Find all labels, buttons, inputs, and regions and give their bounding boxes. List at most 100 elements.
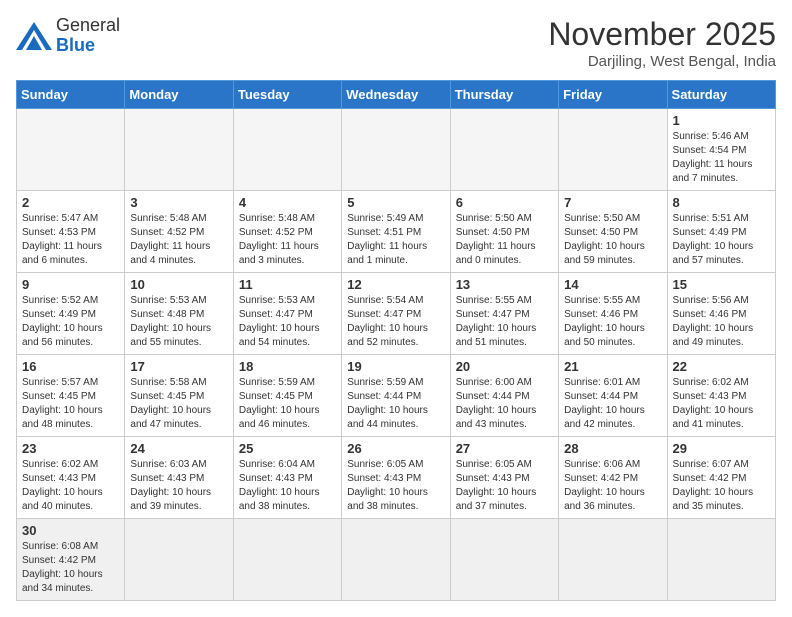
calendar-day-0-2 (233, 109, 341, 191)
logo-icon (16, 22, 52, 50)
day-info: Sunrise: 5:55 AM Sunset: 4:47 PM Dayligh… (456, 294, 553, 350)
day-info: Sunrise: 5:59 AM Sunset: 4:44 PM Dayligh… (347, 376, 444, 432)
day-info: Sunrise: 6:06 AM Sunset: 4:42 PM Dayligh… (564, 458, 661, 514)
day-info: Sunrise: 6:00 AM Sunset: 4:44 PM Dayligh… (456, 376, 553, 432)
calendar-week-5: 30 Sunrise: 6:08 AM Sunset: 4:42 PM Dayli… (17, 519, 776, 601)
calendar-day-5-2 (233, 519, 341, 601)
day-info: Sunrise: 6:01 AM Sunset: 4:44 PM Dayligh… (564, 376, 661, 432)
calendar-day-3-2: 18Sunrise: 5:59 AM Sunset: 4:45 PM Dayli… (233, 355, 341, 437)
day-info: Sunrise: 5:50 AM Sunset: 4:50 PM Dayligh… (456, 212, 553, 268)
day-number: 28 (564, 441, 661, 456)
calendar-day-4-2: 25 Sunrise: 6:04 AM Sunset: 4:43 PM Dayli… (233, 437, 341, 519)
day-info: Sunrise: 5:49 AM Sunset: 4:51 PM Dayligh… (347, 212, 444, 268)
day-number: 3 (130, 195, 227, 210)
calendar-day-0-0 (17, 109, 125, 191)
day-info: Sunrise: 5:57 AM Sunset: 4:45 PM Dayligh… (22, 376, 119, 432)
calendar-day-3-1: 17Sunrise: 5:58 AM Sunset: 4:45 PM Dayli… (125, 355, 233, 437)
day-number: 5 (347, 195, 444, 210)
day-number: 14 (564, 277, 661, 292)
calendar-day-2-0: 9 Sunrise: 5:52 AM Sunset: 4:49 PM Daylig… (17, 273, 125, 355)
day-number: 11 (239, 277, 336, 292)
calendar-day-2-4: 13 Sunrise: 5:55 AM Sunset: 4:47 PM Dayli… (450, 273, 558, 355)
calendar-day-4-0: 23Sunrise: 6:02 AM Sunset: 4:43 PM Dayli… (17, 437, 125, 519)
calendar-day-5-0: 30 Sunrise: 6:08 AM Sunset: 4:42 PM Dayli… (17, 519, 125, 601)
day-info: Sunrise: 5:53 AM Sunset: 4:47 PM Dayligh… (239, 294, 336, 350)
calendar-day-5-5 (559, 519, 667, 601)
calendar-day-2-1: 10 Sunrise: 5:53 AM Sunset: 4:48 PM Dayli… (125, 273, 233, 355)
day-number: 4 (239, 195, 336, 210)
day-number: 21 (564, 359, 661, 374)
day-number: 26 (347, 441, 444, 456)
day-info: Sunrise: 5:53 AM Sunset: 4:48 PM Dayligh… (130, 294, 227, 350)
day-info: Sunrise: 5:52 AM Sunset: 4:49 PM Dayligh… (22, 294, 119, 350)
day-number: 19 (347, 359, 444, 374)
calendar-day-1-5: 7 Sunrise: 5:50 AM Sunset: 4:50 PM Daylig… (559, 191, 667, 273)
calendar-week-1: 2Sunrise: 5:47 AM Sunset: 4:53 PM Daylig… (17, 191, 776, 273)
day-number: 1 (673, 113, 770, 128)
calendar-day-4-1: 24Sunrise: 6:03 AM Sunset: 4:43 PM Dayli… (125, 437, 233, 519)
day-header-monday: Monday (125, 81, 233, 109)
calendar-week-0: 1 Sunrise: 5:46 AM Sunset: 4:54 PM Daylig… (17, 109, 776, 191)
calendar-week-2: 9 Sunrise: 5:52 AM Sunset: 4:49 PM Daylig… (17, 273, 776, 355)
day-number: 13 (456, 277, 553, 292)
calendar-day-1-1: 3 Sunrise: 5:48 AM Sunset: 4:52 PM Daylig… (125, 191, 233, 273)
day-number: 12 (347, 277, 444, 292)
calendar-day-1-0: 2Sunrise: 5:47 AM Sunset: 4:53 PM Daylig… (17, 191, 125, 273)
month-title: November 2025 (548, 16, 776, 53)
day-info: Sunrise: 5:56 AM Sunset: 4:46 PM Dayligh… (673, 294, 770, 350)
day-info: Sunrise: 6:03 AM Sunset: 4:43 PM Dayligh… (130, 458, 227, 514)
calendar-day-5-3 (342, 519, 450, 601)
day-info: Sunrise: 6:07 AM Sunset: 4:42 PM Dayligh… (673, 458, 770, 514)
day-number: 30 (22, 523, 119, 538)
day-info: Sunrise: 6:08 AM Sunset: 4:42 PM Dayligh… (22, 540, 119, 596)
day-info: Sunrise: 5:54 AM Sunset: 4:47 PM Dayligh… (347, 294, 444, 350)
calendar-day-2-3: 12 Sunrise: 5:54 AM Sunset: 4:47 PM Dayli… (342, 273, 450, 355)
calendar-day-3-3: 19 Sunrise: 5:59 AM Sunset: 4:44 PM Dayli… (342, 355, 450, 437)
calendar-day-0-1 (125, 109, 233, 191)
day-header-friday: Friday (559, 81, 667, 109)
calendar-day-1-3: 5 Sunrise: 5:49 AM Sunset: 4:51 PM Daylig… (342, 191, 450, 273)
day-info: Sunrise: 6:04 AM Sunset: 4:43 PM Dayligh… (239, 458, 336, 514)
calendar-day-0-6: 1 Sunrise: 5:46 AM Sunset: 4:54 PM Daylig… (667, 109, 775, 191)
day-number: 2 (22, 195, 119, 210)
day-info: Sunrise: 5:59 AM Sunset: 4:45 PM Dayligh… (239, 376, 336, 432)
day-info: Sunrise: 5:48 AM Sunset: 4:52 PM Dayligh… (130, 212, 227, 268)
day-info: Sunrise: 5:48 AM Sunset: 4:52 PM Dayligh… (239, 212, 336, 268)
day-number: 9 (22, 277, 119, 292)
day-number: 6 (456, 195, 553, 210)
day-number: 16 (22, 359, 119, 374)
day-info: Sunrise: 5:46 AM Sunset: 4:54 PM Dayligh… (673, 130, 770, 186)
logo-text: GeneralBlue (56, 16, 120, 56)
calendar-day-5-6 (667, 519, 775, 601)
calendar-day-0-5 (559, 109, 667, 191)
calendar-day-4-3: 26 Sunrise: 6:05 AM Sunset: 4:43 PM Dayli… (342, 437, 450, 519)
day-info: Sunrise: 6:02 AM Sunset: 4:43 PM Dayligh… (22, 458, 119, 514)
day-info: Sunrise: 5:51 AM Sunset: 4:49 PM Dayligh… (673, 212, 770, 268)
calendar-day-3-6: 22 Sunrise: 6:02 AM Sunset: 4:43 PM Dayli… (667, 355, 775, 437)
day-number: 20 (456, 359, 553, 374)
calendar-day-4-5: 28 Sunrise: 6:06 AM Sunset: 4:42 PM Dayli… (559, 437, 667, 519)
day-info: Sunrise: 5:50 AM Sunset: 4:50 PM Dayligh… (564, 212, 661, 268)
calendar-week-3: 16 Sunrise: 5:57 AM Sunset: 4:45 PM Dayli… (17, 355, 776, 437)
calendar-day-1-6: 8Sunrise: 5:51 AM Sunset: 4:49 PM Daylig… (667, 191, 775, 273)
calendar-day-0-3 (342, 109, 450, 191)
logo: GeneralBlue (16, 16, 120, 56)
day-info: Sunrise: 6:05 AM Sunset: 4:43 PM Dayligh… (456, 458, 553, 514)
calendar-day-4-6: 29Sunrise: 6:07 AM Sunset: 4:42 PM Dayli… (667, 437, 775, 519)
calendar-table: SundayMondayTuesdayWednesdayThursdayFrid… (16, 80, 776, 601)
day-number: 25 (239, 441, 336, 456)
calendar-day-4-4: 27Sunrise: 6:05 AM Sunset: 4:43 PM Dayli… (450, 437, 558, 519)
day-number: 17 (130, 359, 227, 374)
calendar-day-2-2: 11 Sunrise: 5:53 AM Sunset: 4:47 PM Dayli… (233, 273, 341, 355)
calendar-header-row: SundayMondayTuesdayWednesdayThursdayFrid… (17, 81, 776, 109)
day-info: Sunrise: 6:05 AM Sunset: 4:43 PM Dayligh… (347, 458, 444, 514)
calendar-day-5-1 (125, 519, 233, 601)
day-header-tuesday: Tuesday (233, 81, 341, 109)
day-number: 7 (564, 195, 661, 210)
day-number: 10 (130, 277, 227, 292)
day-info: Sunrise: 6:02 AM Sunset: 4:43 PM Dayligh… (673, 376, 770, 432)
day-number: 22 (673, 359, 770, 374)
calendar-day-2-6: 15Sunrise: 5:56 AM Sunset: 4:46 PM Dayli… (667, 273, 775, 355)
calendar-day-0-4 (450, 109, 558, 191)
title-area: November 2025 Darjiling, West Bengal, In… (548, 16, 776, 70)
